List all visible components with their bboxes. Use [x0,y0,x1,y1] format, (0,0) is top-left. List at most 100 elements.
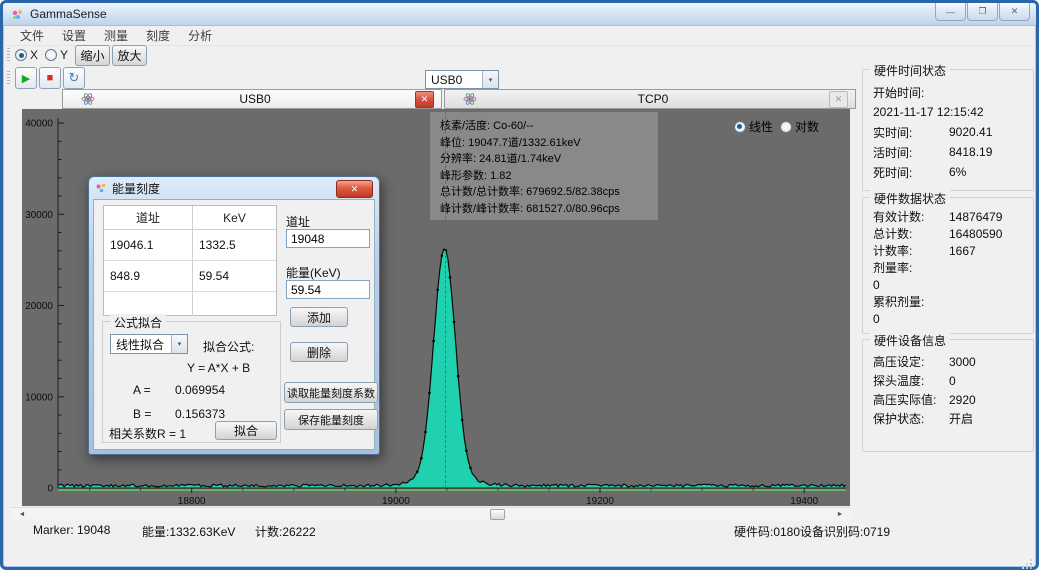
svg-text:19000: 19000 [382,496,410,506]
status-row: 开始时间: [863,82,1033,102]
zoom-out-button[interactable]: 缩小 [75,45,110,66]
svg-text:10000: 10000 [25,392,53,403]
fit-button[interactable]: 拟合 [215,421,277,440]
device-select[interactable]: USB0 ▾ [425,70,499,89]
scroll-left-icon[interactable]: ◄ [15,508,29,521]
marker-line[interactable] [445,111,446,488]
table-row[interactable]: 19046.1 1332.5 [104,230,276,261]
channel-label: 道址 [286,213,310,230]
tab-tcp0[interactable]: TCP0 ✕ [444,89,856,109]
menu-measure[interactable]: 测量 [95,27,137,44]
table-row[interactable]: 848.9 59.54 [104,261,276,292]
stop-button[interactable]: ■ [39,67,61,89]
svg-text:19400: 19400 [790,496,818,506]
resize-grip[interactable] [1020,557,1022,559]
status-row: 探头温度:0 [863,371,1033,390]
acquisition-toolbar: ▶ ■ ↻ [3,66,87,90]
hardware-device-group: 硬件设备信息 高压设定:3000 探头温度:0 高压实际值:2920 保护状态:… [862,339,1034,452]
hardware-data-group: 硬件数据状态 有效计数:14876479 总计数:16480590 计数率:16… [862,197,1034,334]
coeff-b-value: 0.156373 [175,407,225,421]
add-button[interactable]: 添加 [290,307,348,327]
resolution-text: 分辨率: 24.81道/1.74keV [440,151,658,168]
screen: GammaSense — ❐ ✕ 文件 设置 测量 刻度 分析 X Y 缩小 放… [0,0,1039,570]
peak-shape-text: 峰形参数: 1.82 [440,168,658,185]
energy-calibration-dialog[interactable]: 能量刻度 ✕ 道址 KeV 19046.1 1332.5 848.9 59.54 [88,176,380,455]
save-calibration-button[interactable]: 保存能量刻度 [284,409,378,430]
read-calibration-button[interactable]: 读取能量刻度系数 [284,382,378,403]
menu-settings[interactable]: 设置 [53,27,95,44]
horizontal-scrollbar[interactable]: ◄ ► [11,507,851,521]
energy-label: 能量(KeV) [286,264,341,281]
total-counts-text: 总计数/总计数率: 679692.5/82.38cps [440,184,658,201]
table-empty-area [104,292,276,316]
delete-button[interactable]: 删除 [290,342,348,362]
tab-usb0[interactable]: USB0 ✕ [62,89,442,109]
axis-x-radio[interactable] [15,49,27,61]
fit-type-select[interactable]: 线性拟合 ▾ [110,334,188,354]
minimize-button[interactable]: — [935,3,966,21]
statusbar-device-id: 设备识别码:0719 [800,523,890,540]
axis-toolbar: X Y 缩小 放大 [3,44,149,66]
menu-file[interactable]: 文件 [11,27,53,44]
tab-tcp0-label: TCP0 [477,92,829,106]
status-row: 累积剂量: [863,293,1033,310]
svg-text:18800: 18800 [178,496,206,506]
group-title: 硬件数据状态 [870,190,950,207]
close-button[interactable]: ✕ [999,3,1030,21]
dialog-title-bar[interactable]: 能量刻度 ✕ [89,177,379,199]
zoom-in-button[interactable]: 放大 [112,45,147,66]
scroll-right-icon[interactable]: ► [833,508,847,521]
scale-toggle: 线性 对数 [734,118,826,135]
tab-tcp0-close-icon[interactable]: ✕ [829,91,848,108]
peak-position-text: 峰位: 19047.7道/1332.61keV [440,135,658,152]
stop-icon: ■ [47,72,54,84]
dialog-close-button[interactable]: ✕ [336,180,373,198]
tab-usb0-close-icon[interactable]: ✕ [415,91,434,108]
group-title: 硬件设备信息 [870,332,950,349]
svg-text:20000: 20000 [25,301,53,312]
dialog-icon [95,182,107,194]
scrollbar-thumb[interactable] [490,509,505,520]
window-title: GammaSense [30,7,107,21]
refresh-button[interactable]: ↻ [63,67,85,89]
title-bar[interactable]: GammaSense — ❐ ✕ [3,3,1036,26]
log-scale-label: 对数 [795,118,819,135]
axis-y-radio[interactable] [45,49,57,61]
log-scale-radio[interactable] [780,121,792,133]
svg-text:19200: 19200 [586,496,614,506]
svg-text:30000: 30000 [25,210,53,221]
menu-calibration[interactable]: 刻度 [137,27,179,44]
svg-text:0: 0 [47,484,53,495]
column-kev: KeV [193,206,276,229]
formula-label: 拟合公式: [203,338,254,355]
toolbar-grip[interactable] [7,48,10,63]
formula-fit-group: 公式拟合 线性拟合 ▾ 拟合公式: Y = A*X + B A = 0.0699… [102,321,281,443]
fit-type-value: 线性拟合 [111,336,171,353]
chevron-down-icon[interactable]: ▾ [171,335,187,353]
status-row: 剂量率: [863,259,1033,276]
group-title: 硬件时间状态 [870,62,950,79]
menu-analysis[interactable]: 分析 [179,27,221,44]
status-row: 总计数:16480590 [863,225,1033,242]
status-row: 高压实际值:2920 [863,390,1033,409]
formula-text: Y = A*X + B [187,361,250,375]
statusbar-marker: Marker: 19048 [33,523,110,537]
peak-counts-text: 峰计数/峰计数率: 681527.0/80.96cps [440,201,658,218]
energy-input[interactable] [286,280,370,299]
maximize-button[interactable]: ❐ [967,3,998,21]
toolbar-grip[interactable] [7,71,10,86]
correlation-text: 相关系数R = 1 [109,425,186,442]
app-icon [11,8,24,21]
status-row: 2021-11-17 12:15:42 [863,102,1033,122]
calibration-table[interactable]: 道址 KeV 19046.1 1332.5 848.9 59.54 [103,205,277,316]
svg-text:40000: 40000 [25,119,53,130]
linear-scale-label: 线性 [749,118,773,135]
status-row: 死时间:6% [863,162,1033,182]
chevron-down-icon[interactable]: ▾ [482,71,498,88]
channel-input[interactable] [286,229,370,248]
status-row: 实时间:9020.41 [863,122,1033,142]
axis-y-label: Y [60,48,68,62]
linear-scale-radio[interactable] [734,121,746,133]
status-row: 0 [863,310,1033,327]
start-button[interactable]: ▶ [15,67,37,89]
